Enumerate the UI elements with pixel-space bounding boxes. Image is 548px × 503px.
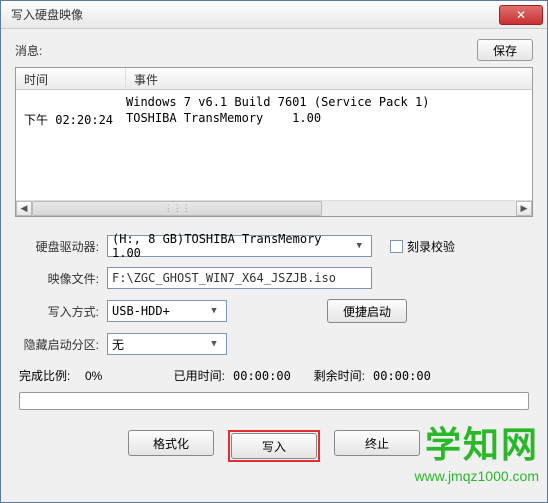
cell-event: Windows 7 v6.1 Build 7601 (Service Pack …: [126, 95, 524, 109]
image-file-input[interactable]: [107, 267, 372, 289]
progress-bar: [19, 392, 529, 410]
drive-label: 硬盘驱动器:: [15, 238, 107, 255]
scroll-thumb[interactable]: ⋮⋮⋮: [32, 201, 322, 216]
ratio-label: 完成比例:: [15, 367, 85, 384]
write-highlight: 写入: [228, 430, 320, 462]
close-icon: ✕: [516, 8, 526, 22]
image-label: 映像文件:: [15, 270, 107, 287]
content-area: 消息: 保存 时间 事件 Windows 7 v6.1 Build 7601 (…: [1, 29, 547, 476]
table-body: Windows 7 v6.1 Build 7601 (Service Pack …: [16, 90, 532, 133]
hide-partition-select[interactable]: 无 ▼: [107, 333, 227, 355]
mode-value: USB-HDD+: [112, 304, 170, 318]
chevron-down-icon: ▼: [351, 241, 367, 251]
col-event[interactable]: 事件: [126, 68, 532, 89]
format-button[interactable]: 格式化: [128, 430, 214, 456]
hide-label: 隐藏启动分区:: [15, 336, 107, 353]
write-mode-select[interactable]: USB-HDD+ ▼: [107, 300, 227, 322]
table-row: Windows 7 v6.1 Build 7601 (Service Pack …: [16, 94, 532, 110]
verify-checkbox-wrap[interactable]: 刻录校验: [390, 238, 455, 255]
cell-event: TOSHIBA TransMemory 1.00: [126, 111, 524, 128]
scroll-left-icon[interactable]: ◀: [16, 201, 32, 216]
close-button[interactable]: ✕: [499, 5, 543, 25]
horizontal-scrollbar[interactable]: ◀ ⋮⋮⋮ ▶: [16, 200, 532, 216]
event-table: 时间 事件 Windows 7 v6.1 Build 7601 (Service…: [15, 67, 533, 217]
stop-button[interactable]: 终止: [334, 430, 420, 456]
elapsed-value: 00:00:00: [225, 369, 305, 383]
col-time[interactable]: 时间: [16, 68, 126, 89]
save-button[interactable]: 保存: [477, 39, 533, 61]
scroll-track[interactable]: ⋮⋮⋮: [32, 201, 516, 216]
chevron-down-icon: ▼: [206, 306, 222, 316]
scroll-right-icon[interactable]: ▶: [516, 201, 532, 216]
form-area: 硬盘驱动器: (H:, 8 GB)TOSHIBA TransMemory 1.0…: [15, 235, 533, 466]
mode-label: 写入方式:: [15, 303, 107, 320]
button-row: 格式化 写入 终止: [15, 430, 533, 466]
verify-label: 刻录校验: [407, 238, 455, 255]
elapsed-label: 已用时间:: [165, 367, 225, 384]
chevron-down-icon: ▼: [206, 339, 222, 349]
remain-value: 00:00:00: [365, 369, 445, 383]
cell-time: 下午 02:20:24: [24, 111, 126, 128]
table-row: 下午 02:20:24 TOSHIBA TransMemory 1.00: [16, 110, 532, 129]
write-button[interactable]: 写入: [231, 433, 317, 459]
progress-row: 完成比例: 0% 已用时间: 00:00:00 剩余时间: 00:00:00: [15, 367, 533, 384]
table-header: 时间 事件: [16, 68, 532, 90]
window-title: 写入硬盘映像: [11, 6, 83, 23]
dialog-window: 写入硬盘映像 ✕ 消息: 保存 时间 事件 Windows 7 v6.1 Bui…: [0, 0, 548, 503]
ratio-value: 0%: [85, 369, 165, 383]
remain-label: 剩余时间:: [305, 367, 365, 384]
cell-time: [24, 95, 126, 109]
titlebar: 写入硬盘映像 ✕: [1, 1, 547, 29]
verify-checkbox[interactable]: [390, 240, 403, 253]
quick-boot-button[interactable]: 便捷启动: [327, 299, 407, 323]
drive-value: (H:, 8 GB)TOSHIBA TransMemory 1.00: [112, 232, 351, 260]
message-label: 消息:: [15, 42, 42, 59]
hide-value: 无: [112, 336, 124, 353]
drive-select[interactable]: (H:, 8 GB)TOSHIBA TransMemory 1.00 ▼: [107, 235, 372, 257]
